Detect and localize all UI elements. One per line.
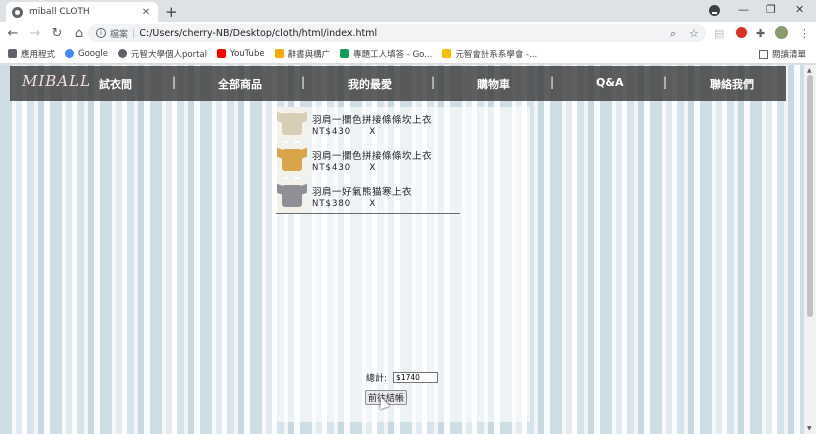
nav-all-products[interactable]: 全部商品 [218,76,262,92]
drive-icon [442,49,452,58]
forward-arrow-icon[interactable]: → [26,26,44,41]
shirt-image [282,185,302,207]
nav-separator: | [550,75,555,89]
shirt-image [282,113,302,135]
url-separator: | [132,27,136,39]
folder-icon [274,49,284,58]
product-name: 羽肩一攔色拼接條條坎上衣 [312,115,433,126]
bookmark-label: YouTube [230,48,265,59]
url-text[interactable]: C:/Users/cherry-NB/Desktop/cloth/html/in… [139,28,377,39]
nav-separator: | [301,75,306,89]
product-thumbnail[interactable] [277,107,307,141]
zoom-icon[interactable]: ⌕ [670,27,676,41]
remove-item-button[interactable]: X [369,163,376,173]
bookmark-item[interactable]: 辭書與構广 [274,48,331,60]
product-thumbnail[interactable] [277,179,307,213]
shirt-image [282,149,302,171]
site-navbar: MIBALL 試衣間 | 全部商品 | 我的最愛 | 購物車 | Q&A | 聯… [10,66,786,101]
extension-icon[interactable] [736,27,747,38]
bookmark-item[interactable]: 元智會計系系學會 -... [442,48,537,60]
cart-item: 羽肩一攔色拼接條條坎上衣 NT$430 X [277,107,459,141]
scroll-up-icon[interactable]: ▲ [807,67,812,74]
scroll-down-icon[interactable]: ▼ [807,425,812,432]
remove-item-button[interactable]: X [369,199,376,209]
cart-total: 總計: [366,371,439,384]
browser-tab[interactable]: miball CLOTH ✕ [6,2,158,22]
bookmark-item[interactable]: Google [65,49,108,59]
page-viewport: MIBALL 試衣間 | 全部商品 | 我的最愛 | 購物車 | Q&A | 聯… [0,65,804,434]
menu-dots-icon[interactable]: ⋮ [799,27,810,40]
avatar[interactable] [775,26,788,39]
product-thumbnail[interactable] [277,143,307,177]
bookmark-label: 元智會計系系學會 -... [455,49,538,60]
google-icon [65,49,75,58]
remove-item-button[interactable]: X [369,127,376,137]
total-field[interactable] [393,372,439,383]
puzzle-icon[interactable]: ✚ [756,27,765,40]
reading-list-button[interactable]: 閱讀清單 [758,48,806,60]
tab-title: miball CLOTH [29,7,90,17]
bookmark-label: 專題工人填答 - Go... [353,49,433,60]
nav-separator: | [172,75,177,89]
reading-list-icon [758,49,768,59]
reload-icon[interactable]: ↻ [48,26,66,41]
new-tab-button[interactable]: + [165,3,178,21]
star-icon[interactable]: ☆ [689,27,699,40]
cart-item: 羽肩一好氣熊猫寒上衣 NT$380 X [277,179,459,213]
globe-icon [118,49,127,58]
site-logo[interactable]: MIBALL [22,72,91,90]
nav-qa[interactable]: Q&A [596,76,623,89]
globe-icon [12,6,23,18]
total-label: 總計: [366,374,388,384]
tab-strip: miball CLOTH ✕ + — ❐ ✕ [0,0,816,22]
reading-list-label: 閱讀清單 [771,50,806,60]
apps-grid-icon [8,49,17,58]
cart-divider [276,213,460,214]
bookmark-item[interactable]: 元智大學個人portal [118,48,207,60]
nav-separator: | [431,75,436,89]
bookmarks-bar: 應用程式 Google 元智大學個人portal YouTube 辭書與構广 專題工人填答… [0,44,816,64]
address-bar[interactable]: i 檔案 | C:/Users/cherry-NB/Desktop/cloth/… [88,24,706,42]
account-menu-icon[interactable] [709,5,720,16]
bookmark-label: 辭書與構广 [287,49,331,60]
sheets-icon [340,49,350,58]
window-close-button[interactable]: ✕ [795,3,804,16]
reader-icon[interactable]: ▤ [714,27,724,40]
bookmark-label: Google [78,48,108,59]
nav-cart[interactable]: 購物車 [477,76,510,92]
home-icon[interactable]: ⌂ [70,26,88,41]
restore-button[interactable]: ❐ [766,3,776,16]
url-scheme: 檔案 [110,29,129,40]
nav-contact[interactable]: 聯絡我們 [710,76,754,92]
nav-fitting-room[interactable]: 試衣間 [99,76,132,92]
close-tab-icon[interactable]: ✕ [140,7,152,18]
product-price: NT$430 [312,163,352,173]
product-name: 羽肩一好氣熊猫寒上衣 [312,187,413,198]
nav-separator: | [663,75,668,89]
bookmark-label: 元智大學個人portal [131,49,207,60]
bookmark-label: 應用程式 [21,49,56,60]
minimize-button[interactable]: — [738,3,749,16]
info-icon[interactable]: i [96,28,106,38]
back-arrow-icon[interactable]: ← [4,26,22,41]
bookmark-item[interactable]: 應用程式 [8,48,55,60]
youtube-icon [217,49,226,58]
scrollbar-thumb[interactable] [807,75,813,317]
product-price: NT$380 [312,199,352,209]
product-price: NT$430 [312,127,352,137]
nav-favorites[interactable]: 我的最愛 [348,76,392,92]
product-name: 羽肩一攔色拼接條條坎上衣 [312,151,433,162]
cart-item: 羽肩一攔色拼接條條坎上衣 NT$430 X [277,143,459,177]
bookmark-item[interactable]: YouTube [217,49,265,59]
bookmark-item[interactable]: 專題工人填答 - Go... [340,48,432,60]
page-scrollbar[interactable]: ▲ ▼ [804,65,816,434]
